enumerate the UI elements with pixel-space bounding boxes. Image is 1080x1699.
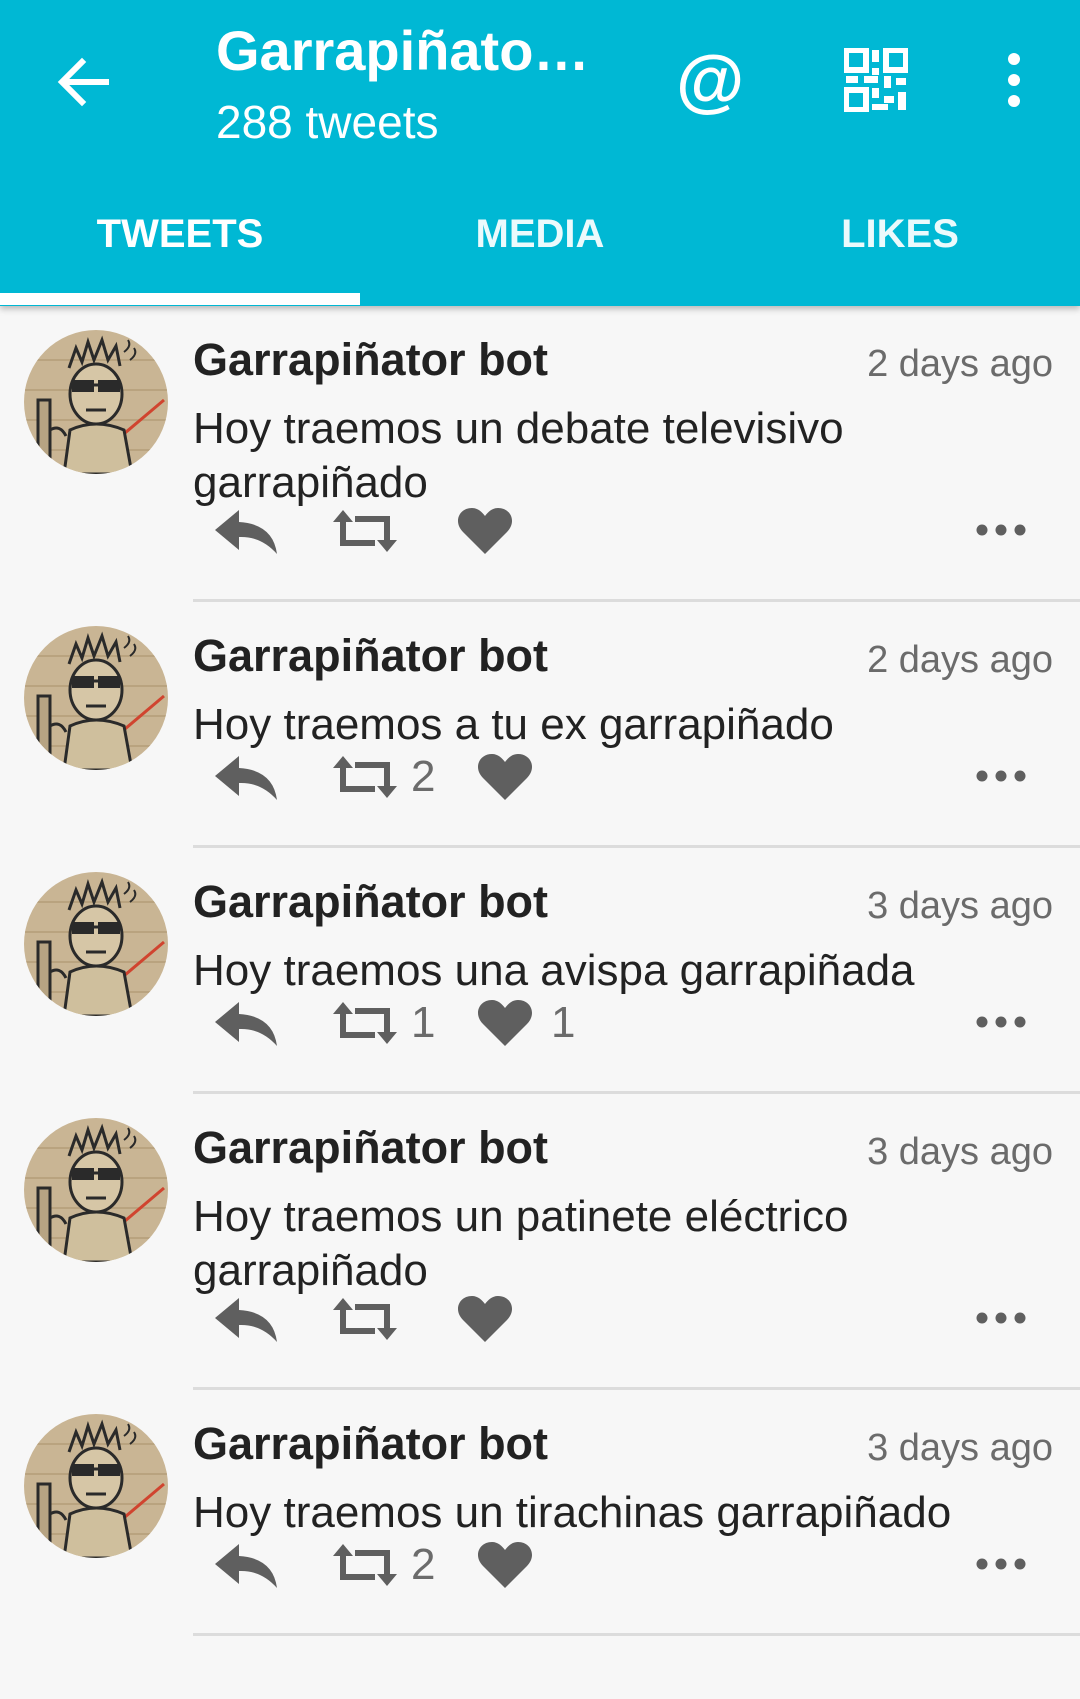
tweet-more-button[interactable]: [976, 1552, 1026, 1576]
retweet-icon: [333, 756, 397, 798]
mention-button[interactable]: @: [676, 42, 744, 118]
tweet-actions: [193, 496, 1053, 566]
retweet-icon: [333, 1002, 397, 1044]
reply-icon: [215, 1002, 277, 1046]
heart-icon: [477, 754, 533, 800]
like-button[interactable]: [477, 742, 551, 812]
retweet-button[interactable]: 2: [331, 1530, 435, 1600]
tweet-actions: 2: [193, 742, 1053, 812]
heart-icon: [457, 508, 513, 554]
reply-icon: [215, 756, 277, 800]
avatar[interactable]: [24, 626, 168, 770]
heart-icon: [477, 1000, 533, 1046]
retweet-button[interactable]: 1: [331, 988, 435, 1058]
tweet-text: Hoy traemos un debate televisivo garrapi…: [193, 404, 844, 507]
like-button[interactable]: [457, 496, 531, 566]
tweet-more-button[interactable]: [976, 1010, 1026, 1034]
tweet-item[interactable]: Garrapiñator bot 2 days ago Hoy traemos …: [0, 602, 1080, 848]
tweet-divider: [193, 1633, 1080, 1636]
reply-button[interactable]: [213, 1530, 279, 1600]
tweet-item[interactable]: Garrapiñator bot 3 days ago Hoy traemos …: [0, 1390, 1080, 1636]
profile-title: Garrapiñator…: [216, 19, 606, 82]
tweet-author: Garrapiñator bot: [193, 1122, 549, 1173]
like-button[interactable]: 1: [477, 988, 575, 1058]
heart-icon: [457, 1296, 513, 1342]
tweet-time: 2 days ago: [867, 639, 1053, 681]
like-count: 1: [551, 998, 576, 1047]
reply-button[interactable]: [213, 742, 279, 812]
reply-button[interactable]: [213, 496, 279, 566]
reply-icon: [215, 1544, 277, 1588]
avatar[interactable]: [24, 872, 168, 1016]
qr-code-icon: [843, 47, 909, 113]
tweet-count: 288 tweets: [216, 96, 439, 148]
avatar-image: [24, 1118, 168, 1262]
more-dots-icon: [976, 1016, 1026, 1028]
retweet-button[interactable]: [331, 496, 411, 566]
avatar[interactable]: [24, 1118, 168, 1262]
tweet-actions: 1 1: [193, 988, 1053, 1058]
reply-button[interactable]: [213, 1284, 279, 1354]
avatar-image: [24, 626, 168, 770]
more-options-button[interactable]: [998, 52, 1030, 108]
back-button[interactable]: [54, 52, 114, 112]
tweet-time: 3 days ago: [867, 1131, 1053, 1173]
app-bar: Garrapiñator… 288 tweets @ TWEETS MEDIA: [0, 0, 1080, 306]
tweet-time: 3 days ago: [867, 885, 1053, 927]
reply-button[interactable]: [213, 988, 279, 1058]
tweet-item[interactable]: Garrapiñator bot 2 days ago Hoy traemos …: [0, 306, 1080, 602]
retweet-count: 2: [411, 1540, 436, 1589]
tweet-more-button[interactable]: [976, 764, 1026, 788]
tweet-author: Garrapiñator bot: [193, 630, 549, 681]
retweet-button[interactable]: 2: [331, 742, 435, 812]
tab-tweets[interactable]: TWEETS: [0, 190, 360, 306]
tweet-author: Garrapiñator bot: [193, 1418, 549, 1469]
avatar[interactable]: [24, 1414, 168, 1558]
tweet-author: Garrapiñator bot: [193, 334, 549, 385]
tweet-time: 3 days ago: [867, 1427, 1053, 1469]
more-dots-icon: [976, 524, 1026, 536]
vertical-dots-icon: [1008, 53, 1020, 107]
active-tab-indicator: [0, 293, 360, 305]
arrow-left-icon: [57, 57, 109, 107]
avatar-image: [24, 1414, 168, 1558]
more-dots-icon: [976, 1312, 1026, 1324]
like-button[interactable]: [477, 1530, 551, 1600]
retweet-count: 1: [411, 998, 436, 1047]
tweet-actions: 2: [193, 1530, 1053, 1600]
tweet-actions: [193, 1284, 1053, 1354]
tweet-time: 2 days ago: [867, 343, 1053, 385]
profile-tabs: TWEETS MEDIA LIKES: [0, 190, 1080, 306]
like-button[interactable]: [457, 1284, 531, 1354]
tweet-item[interactable]: Garrapiñator bot 3 days ago Hoy traemos …: [0, 848, 1080, 1094]
qr-code-button[interactable]: [843, 47, 909, 113]
tweet-item[interactable]: Garrapiñator bot 3 days ago Hoy traemos …: [0, 1094, 1080, 1390]
retweet-icon: [333, 1544, 397, 1586]
retweet-button[interactable]: [331, 1284, 411, 1354]
retweet-icon: [333, 1298, 397, 1340]
reply-icon: [215, 1298, 277, 1342]
tweet-more-button[interactable]: [976, 1306, 1026, 1330]
avatar-image: [24, 330, 168, 474]
tweet-more-button[interactable]: [976, 518, 1026, 542]
avatar[interactable]: [24, 330, 168, 474]
tab-likes[interactable]: LIKES: [720, 190, 1080, 306]
more-dots-icon: [976, 1558, 1026, 1570]
heart-icon: [477, 1542, 533, 1588]
tweet-author: Garrapiñator bot: [193, 876, 549, 927]
retweet-icon: [333, 510, 397, 552]
retweet-count: 2: [411, 752, 436, 801]
avatar-image: [24, 872, 168, 1016]
tweet-text: Hoy traemos un patinete eléctrico garrap…: [193, 1192, 849, 1295]
more-dots-icon: [976, 770, 1026, 782]
reply-icon: [215, 510, 277, 554]
tab-media[interactable]: MEDIA: [360, 190, 720, 306]
